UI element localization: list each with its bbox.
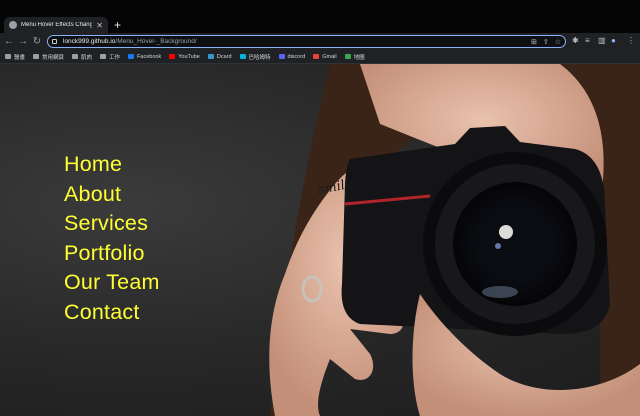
- bookmark-label: YouTube: [178, 53, 200, 60]
- bookmark-item[interactable]: discord: [278, 53, 306, 60]
- forward-icon[interactable]: →: [16, 36, 30, 47]
- bookmark-item[interactable]: Gmail: [313, 53, 337, 60]
- site-favicon-icon: [313, 54, 320, 59]
- side-panel-icon[interactable]: ▥: [598, 36, 606, 45]
- profile-avatar-icon[interactable]: ●: [611, 36, 616, 45]
- bookmark-label: 常用網頁: [42, 54, 65, 61]
- tab-bar: Menu Hover Effects Change B ✕ +: [0, 0, 640, 33]
- bookmark-item[interactable]: 醫畫: [5, 53, 25, 61]
- extensions-icon[interactable]: ✱: [572, 36, 579, 45]
- media-icon[interactable]: ≡: [585, 36, 590, 45]
- site-favicon-icon: [169, 54, 176, 59]
- url-path: /Menu_Hover-_Background/: [115, 38, 197, 45]
- folder-icon: [5, 54, 11, 59]
- site-favicon-icon: [207, 54, 214, 59]
- menu-item-about[interactable]: About: [64, 182, 160, 208]
- site-favicon-icon: [128, 54, 135, 59]
- bookmark-item[interactable]: YouTube: [169, 54, 200, 60]
- bookmark-label: discord: [287, 53, 306, 60]
- menu-item-contact[interactable]: Contact: [64, 300, 160, 326]
- bookmark-item[interactable]: 地圖: [344, 53, 365, 61]
- folder-icon: [33, 54, 40, 59]
- bookmark-star-icon[interactable]: ☆: [555, 38, 561, 46]
- bookmark-item[interactable]: 肌肉: [72, 53, 92, 61]
- main-menu: Home About Services Portfolio Our Team Contac…: [64, 152, 160, 325]
- translate-icon[interactable]: ⊞: [531, 38, 537, 46]
- back-icon[interactable]: ←: [2, 36, 16, 47]
- bookmark-label: 地圖: [353, 54, 365, 61]
- menu-item-services[interactable]: Services: [64, 211, 160, 237]
- menu-item-our-team[interactable]: Our Team: [64, 270, 160, 296]
- bookmark-label: Facebook: [137, 53, 162, 60]
- bookmark-item[interactable]: 常用網頁: [33, 53, 64, 61]
- bookmarks-bar: 醫畫 常用網頁 肌肉 工作 Facebook YouTube Dcard 巴哈姆特 discor…: [0, 50, 640, 64]
- site-favicon-icon: [278, 54, 285, 59]
- browser-tab[interactable]: Menu Hover Effects Change B ✕: [4, 17, 108, 33]
- page-content: smile Home About Services Portfolio Our Team…: [0, 64, 640, 416]
- bookmark-label: 醫畫: [14, 54, 26, 61]
- bookmark-label: 肌肉: [81, 54, 93, 61]
- bookmark-label: 巴哈姆特: [248, 54, 271, 61]
- site-favicon-icon: [344, 54, 351, 59]
- new-tab-icon[interactable]: +: [114, 18, 121, 32]
- address-bar[interactable]: lonck999.github.io /Menu_Hover-_Backgrou…: [47, 35, 566, 48]
- browser-toolbar: ← → ↻ lonck999.github.io /Menu_Hover-_Ba…: [0, 33, 640, 50]
- tab-title: Menu Hover Effects Change B: [21, 22, 93, 28]
- tab-close-icon[interactable]: ✕: [96, 21, 103, 30]
- share-icon[interactable]: ⇪: [543, 38, 549, 46]
- bookmark-item[interactable]: 巴哈姆特: [239, 53, 271, 61]
- bookmark-label: 工作: [109, 54, 121, 61]
- lock-icon[interactable]: [52, 39, 57, 44]
- menu-item-home[interactable]: Home: [64, 152, 160, 178]
- bookmark-label: Gmail: [322, 53, 337, 60]
- folder-icon: [100, 54, 107, 59]
- tab-favicon-icon: [9, 21, 17, 29]
- reload-icon[interactable]: ↻: [30, 36, 44, 47]
- bookmark-item[interactable]: Dcard: [207, 53, 232, 60]
- url-host: lonck999.github.io: [63, 38, 116, 45]
- folder-icon: [72, 54, 79, 59]
- site-favicon-icon: [239, 54, 246, 59]
- menu-kebab-icon[interactable]: ⋮: [627, 36, 635, 45]
- bookmark-label: Dcard: [216, 53, 232, 60]
- bookmark-item[interactable]: 工作: [100, 53, 120, 61]
- bookmark-item[interactable]: Facebook: [128, 54, 161, 60]
- menu-item-portfolio[interactable]: Portfolio: [64, 241, 160, 267]
